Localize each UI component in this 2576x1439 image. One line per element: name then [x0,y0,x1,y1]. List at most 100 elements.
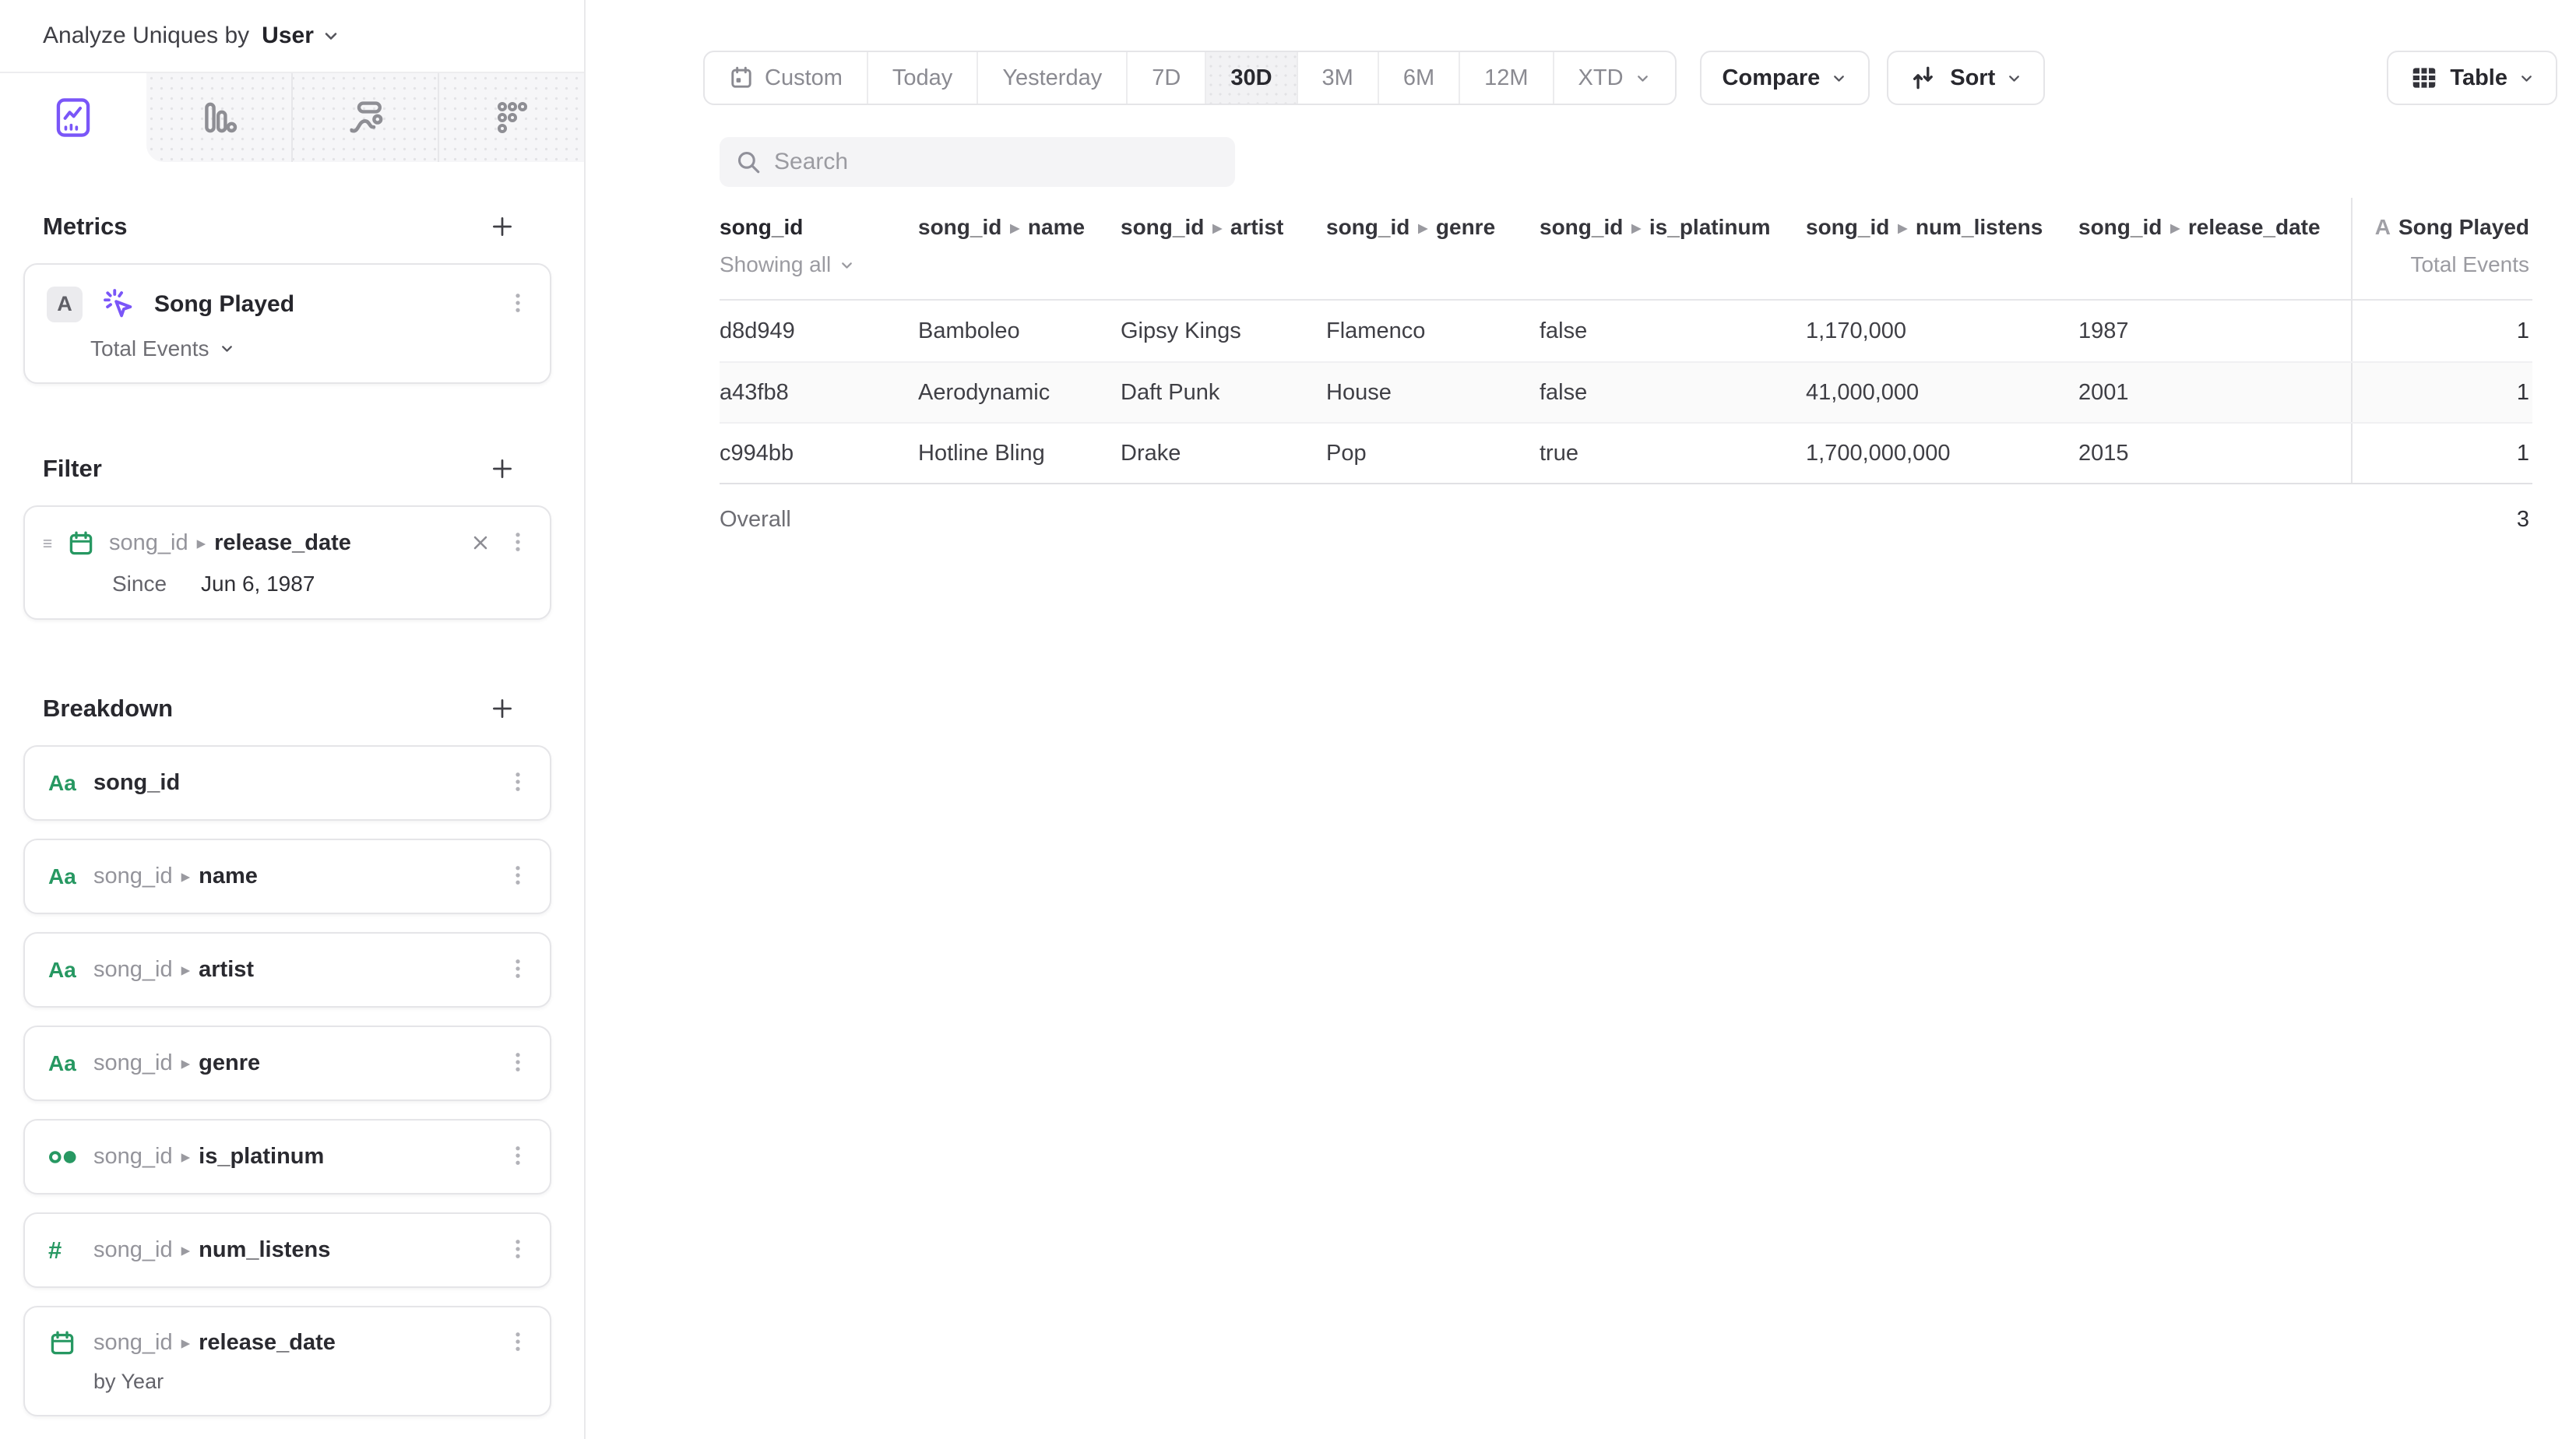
breakdown-section-header: Breakdown [43,694,517,723]
breakdown-bucket-label[interactable]: by Year [93,1370,530,1394]
date-range-3m[interactable]: 3M [1297,52,1378,104]
kebab-menu-icon[interactable] [506,864,530,890]
breakdown-card-release-date[interactable]: song_id ▸ release_date by Year [23,1306,551,1416]
date-range-label: XTD [1578,65,1624,91]
compare-label: Compare [1723,65,1821,91]
main-content: Custom Today Yesterday 7D 30D 3M 6M 12M … [586,0,2576,1439]
arrow-separator-icon: ▸ [181,866,191,887]
column-header-artist[interactable]: song_id▸artist [1121,198,1326,299]
chevron-down-icon [839,257,855,273]
scatter-dots-icon [493,99,530,136]
breakdown-property: name [199,864,258,889]
table-row: c994bb Hotline Bling Drake Pop true 1,70… [720,422,2532,483]
toolbar: Custom Today Yesterday 7D 30D 3M 6M 12M … [703,51,2557,105]
kebab-menu-icon[interactable] [506,770,530,797]
event-pointer-icon [101,287,137,322]
calendar-icon [48,1329,76,1357]
cell-num-listens: 41,000,000 [1806,380,2078,406]
filter-section-header: Filter [43,454,517,484]
arrow-separator-icon: ▸ [197,533,206,554]
cell-release-date: 2001 [2078,380,2351,406]
showing-all-label: Showing all [720,252,831,277]
breakdown-card-name[interactable]: Aa song_id ▸ name [23,839,551,914]
arrow-separator-icon: ▸ [1212,217,1222,238]
filter-card[interactable]: song_id ▸ release_date Since Jun 6, 1987 [23,505,551,620]
tab-line-chart[interactable] [0,73,146,162]
tab-bar-chart[interactable] [146,73,291,162]
column-header-num-listens[interactable]: song_id▸num_listens [1806,198,2078,299]
kebab-menu-icon[interactable] [506,1237,530,1264]
add-filter-button[interactable] [487,454,517,484]
cell-genre: Pop [1326,441,1540,466]
kebab-menu-icon[interactable] [506,1050,530,1077]
date-range-12m[interactable]: 12M [1459,52,1552,104]
kebab-menu-icon[interactable] [506,530,530,557]
date-range-custom[interactable]: Custom [705,52,867,104]
search-input[interactable] [774,149,1219,175]
plus-icon [489,695,516,722]
kebab-menu-icon[interactable] [506,291,530,318]
chart-type-tabs [0,72,584,162]
date-range-xtd[interactable]: XTD [1553,52,1675,104]
date-range-today[interactable]: Today [867,52,977,104]
tab-flow-chart[interactable] [291,73,438,162]
cell-metric-value: 1 [2351,363,2532,422]
cell-artist: Daft Punk [1121,380,1326,406]
line-chart-icon [55,97,91,138]
series-letter: A [2375,215,2391,240]
breakdown-property: is_platinum [199,1144,324,1170]
analyze-by-dropdown[interactable]: User [262,23,340,49]
breakdown-card-is-platinum[interactable]: song_id ▸ is_platinum [23,1119,551,1194]
filter-property-prefix: song_id [109,530,188,556]
cell-is-platinum: false [1540,318,1806,344]
kebab-menu-icon[interactable] [506,957,530,983]
series-badge: A [47,287,83,322]
measure-dropdown[interactable]: Total Events [90,336,530,361]
remove-filter-icon[interactable] [469,532,492,555]
column-header-release-date[interactable]: song_id▸release_date [2078,198,2351,299]
cell-is-platinum: false [1540,380,1806,406]
metric-card[interactable]: A Song Played Total Events [23,263,551,384]
arrow-separator-icon: ▸ [181,1240,191,1261]
column-header-metric[interactable]: A Song Played Total Events [2351,198,2532,299]
breakdown-card-artist[interactable]: Aa song_id ▸ artist [23,932,551,1008]
sort-button[interactable]: Sort [1887,51,2045,105]
metrics-title: Metrics [43,213,128,241]
add-metric-button[interactable] [487,212,517,241]
column-header-name[interactable]: song_id▸name [918,198,1121,299]
breakdown-card-num-listens[interactable]: # song_id ▸ num_listens [23,1212,551,1288]
analysis-header: Analyze Uniques by User [0,0,584,72]
measure-value: Total Events [90,336,209,361]
flow-chart-icon [347,99,384,136]
date-range-yesterday[interactable]: Yesterday [977,52,1126,104]
add-breakdown-button[interactable] [487,694,517,723]
filter-property-name: release_date [214,530,351,556]
cell-name: Bamboleo [918,318,1121,344]
chevron-down-icon [219,340,235,357]
date-range-30d[interactable]: 30D [1205,52,1296,104]
filter-operator[interactable]: Since [112,572,167,596]
analyze-by-value: User [262,23,314,49]
breakdown-property: genre [199,1050,260,1076]
view-type-button[interactable]: Table [2387,51,2557,105]
column-header-song-id[interactable]: song_id Showing all [720,198,918,299]
showing-all-dropdown[interactable]: Showing all [720,252,855,277]
column-header-genre[interactable]: song_id▸genre [1326,198,1540,299]
column-label: song_id [720,215,803,240]
kebab-menu-icon[interactable] [506,1330,530,1356]
compare-button[interactable]: Compare [1700,51,1870,105]
metric-column-label: Song Played [2398,215,2529,240]
table-row: d8d949 Bamboleo Gipsy Kings Flamenco fal… [720,301,2532,361]
breakdown-card-song-id[interactable]: Aa song_id [23,745,551,821]
drag-handle-icon[interactable] [37,533,58,554]
text-type-icon: Aa [48,864,76,889]
column-header-is-platinum[interactable]: song_id▸is_platinum [1540,198,1806,299]
cell-artist: Drake [1121,441,1326,466]
breakdown-card-genre[interactable]: Aa song_id ▸ genre [23,1026,551,1101]
tab-scatter-chart[interactable] [438,73,584,162]
filter-value[interactable]: Jun 6, 1987 [201,572,315,596]
kebab-menu-icon[interactable] [506,1144,530,1170]
cell-song-id: c994bb [720,441,918,466]
date-range-6m[interactable]: 6M [1378,52,1459,104]
date-range-7d[interactable]: 7D [1126,52,1205,104]
